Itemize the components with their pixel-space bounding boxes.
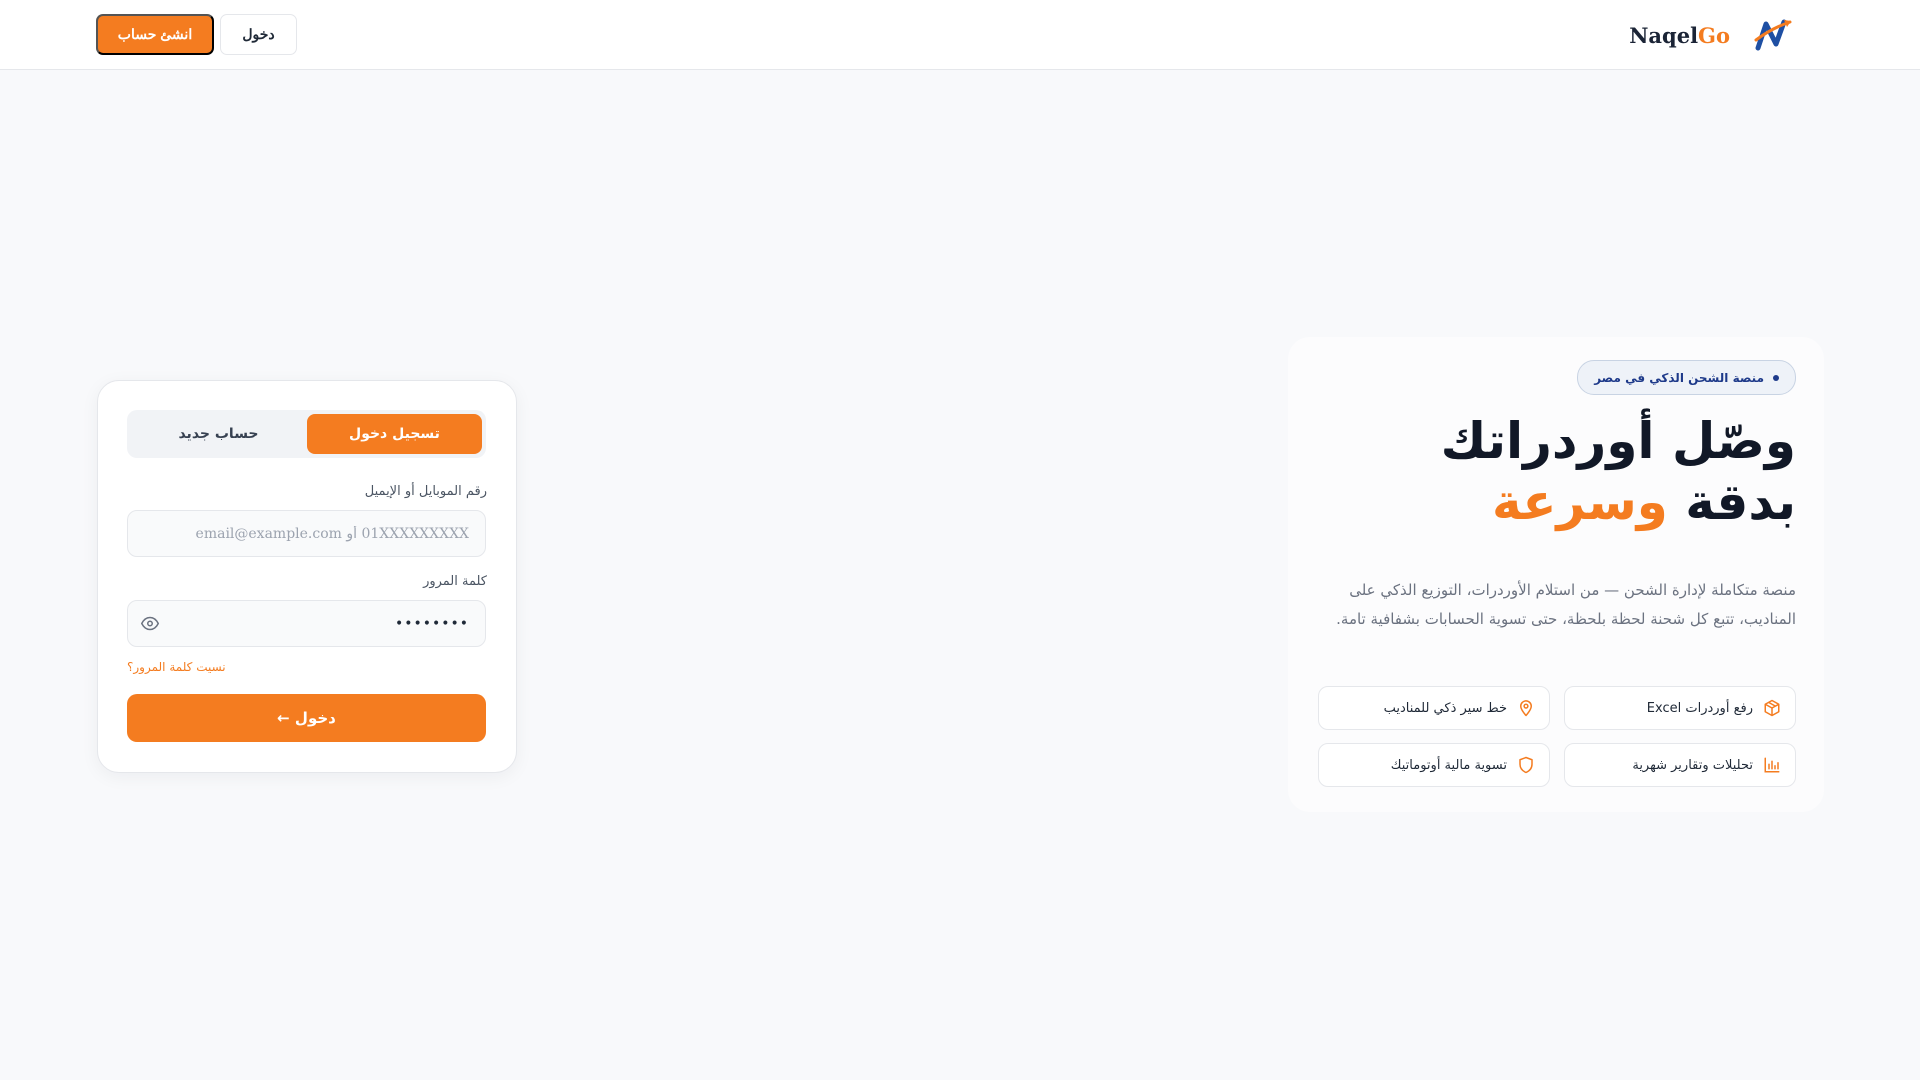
platform-badge: منصة الشحن الذكي في مصر bbox=[1577, 360, 1796, 395]
brand-name: NaqelGo bbox=[1629, 23, 1730, 48]
feature-analytics: تحليلات وتقارير شهرية bbox=[1564, 743, 1796, 787]
badge-label: منصة الشحن الذكي في مصر bbox=[1594, 370, 1764, 385]
feature-label: رفع أوردرات Excel bbox=[1646, 700, 1753, 716]
feature-label: تسوية مالية أوتوماتيك bbox=[1390, 757, 1507, 773]
headline-line-2: بدقة وسرعة bbox=[1296, 472, 1796, 533]
tab-login[interactable]: تسجيل دخول bbox=[307, 414, 482, 454]
headline-plain: بدقة bbox=[1667, 473, 1796, 531]
naqelgo-logo-icon bbox=[1754, 19, 1792, 51]
shield-icon bbox=[1519, 756, 1533, 774]
feature-smart-route: خط سير ذكي للمناديب bbox=[1318, 686, 1550, 730]
top-header: انشئ حساب دخول NaqelGo bbox=[0, 0, 1920, 70]
bar-chart-icon bbox=[1764, 757, 1780, 773]
hero-headline: وصّل أوردراتك بدقة وسرعة bbox=[1296, 411, 1796, 533]
password-label: كلمة المرور bbox=[423, 574, 487, 589]
brand[interactable]: NaqelGo bbox=[1629, 16, 1792, 54]
brand-name-accent: Go bbox=[1698, 22, 1730, 48]
password-input[interactable] bbox=[127, 600, 486, 647]
create-account-button[interactable]: انشئ حساب bbox=[96, 14, 214, 55]
identifier-input[interactable] bbox=[127, 510, 486, 557]
feature-settlement: تسوية مالية أوتوماتيك bbox=[1318, 743, 1550, 787]
headline-line-1: وصّل أوردراتك bbox=[1440, 412, 1796, 470]
feature-label: تحليلات وتقارير شهرية bbox=[1632, 757, 1753, 773]
hero-panel: منصة الشحن الذكي في مصر وصّل أوردراتك بد… bbox=[1288, 337, 1824, 812]
show-password-eye-icon[interactable] bbox=[141, 616, 159, 631]
badge-dot-icon bbox=[1773, 374, 1779, 381]
forgot-password-link[interactable]: نسيت كلمة المرور؟ bbox=[127, 660, 226, 674]
login-button[interactable]: دخول bbox=[220, 14, 297, 55]
submit-login-button[interactable]: دخول ← bbox=[127, 694, 486, 742]
hero-description: منصة متكاملة لإدارة الشحن — من استلام ال… bbox=[1336, 581, 1796, 628]
identifier-label: رقم الموبايل أو الإيميل bbox=[364, 484, 487, 499]
package-icon bbox=[1764, 699, 1780, 717]
headline-accent: وسرعة bbox=[1492, 473, 1668, 531]
auth-tabs: تسجيل دخول حساب جديد bbox=[127, 410, 486, 458]
feature-excel-upload: رفع أوردرات Excel bbox=[1564, 686, 1796, 730]
tab-new-account[interactable]: حساب جديد bbox=[131, 414, 306, 454]
login-card: تسجيل دخول حساب جديد رقم الموبايل أو الإ… bbox=[97, 380, 517, 773]
brand-name-primary: Naqel bbox=[1629, 22, 1699, 48]
feature-label: خط سير ذكي للمناديب bbox=[1383, 700, 1507, 716]
map-pin-icon bbox=[1520, 700, 1532, 717]
